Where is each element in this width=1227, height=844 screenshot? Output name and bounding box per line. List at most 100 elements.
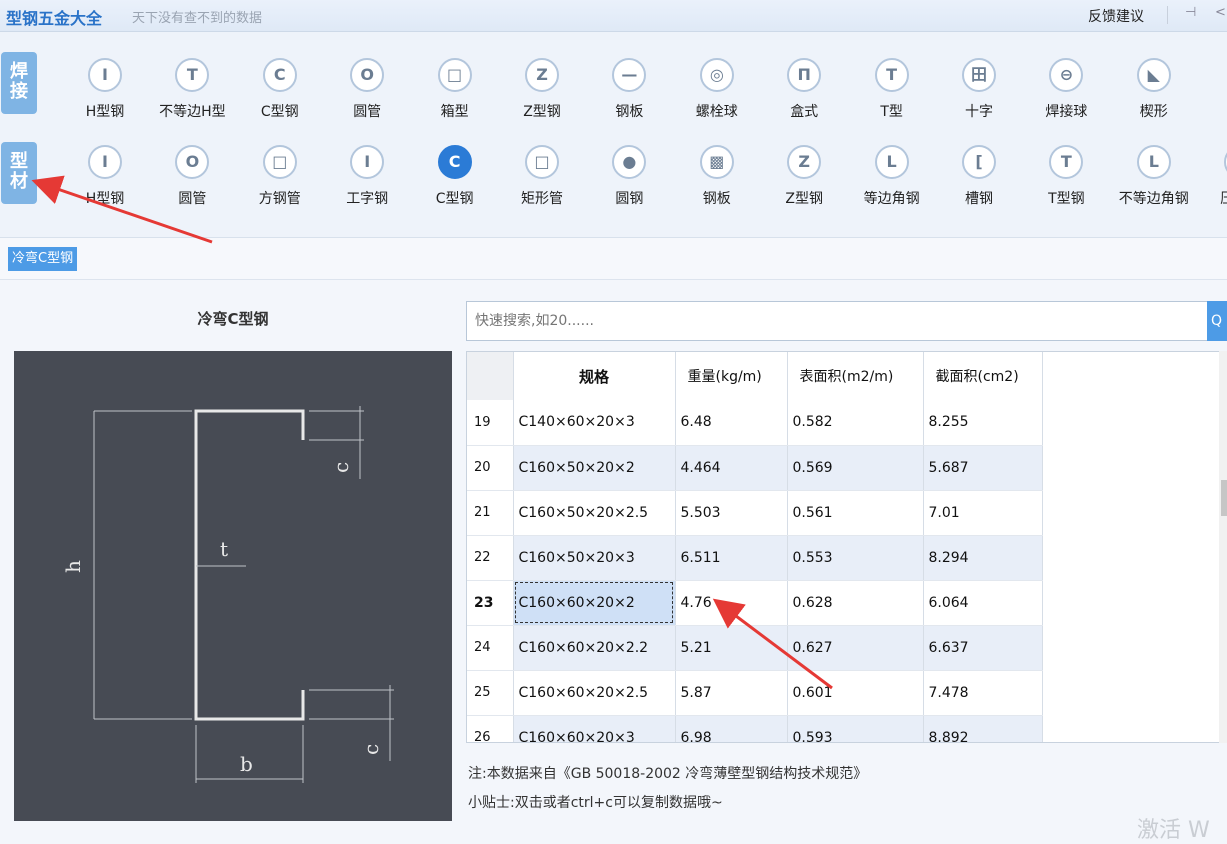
cell-section[interactable]: 8.892 — [923, 715, 1043, 742]
tool-profile_tools-0[interactable]: I H型钢 — [61, 145, 149, 211]
col-header-surface[interactable]: 表面积(m2/m) — [787, 352, 924, 400]
table-scrollbar-thumb[interactable] — [1221, 480, 1227, 516]
tool-weld_tools-2[interactable]: C C型钢 — [236, 58, 324, 124]
cell-spec[interactable]: C160×60×20×2.5 — [513, 670, 676, 716]
cell-spec[interactable]: C160×50×20×2 — [513, 445, 676, 491]
cell-surface[interactable]: 0.627 — [787, 625, 924, 671]
tool-profile_tools-5[interactable]: □ 矩形管 — [498, 145, 586, 211]
tool-weld_tools-4[interactable]: □ 箱型 — [411, 58, 499, 124]
tool-profile_tools-12[interactable]: L 不等边角钢 — [1110, 145, 1198, 211]
tool-weld_tools-9[interactable]: T T型 — [848, 58, 936, 124]
cell-section[interactable]: 8.255 — [923, 400, 1043, 446]
tool-weld_tools-1[interactable]: T 不等边H型 — [148, 58, 236, 124]
pin-icon[interactable]: ⊣ — [1185, 5, 1196, 20]
tool-weld_tools-5[interactable]: Z Z型钢 — [498, 58, 586, 124]
cell-weight[interactable]: 6.511 — [675, 535, 788, 581]
category-weld-label: 焊 接 — [10, 61, 28, 102]
cell-spec[interactable]: C160×50×20×2.5 — [513, 490, 676, 536]
tool-profile_tools-11[interactable]: T T型钢 — [1022, 145, 1110, 211]
tool-profile_tools-3[interactable]: I 工字钢 — [323, 145, 411, 211]
tool-profile_tools-10[interactable]: [槽钢 — [935, 145, 1023, 211]
cell-spec[interactable]: C160×60×20×2 — [513, 580, 676, 626]
shape-icon: □ — [437, 58, 472, 92]
col-header-weight[interactable]: 重量(kg/m) — [675, 352, 788, 400]
shape-icon: I — [350, 145, 385, 179]
tool-profile_tools-2[interactable]: □ 方钢管 — [236, 145, 324, 211]
tool-label: 不等边H型 — [159, 104, 226, 120]
cell-surface[interactable]: 0.593 — [787, 715, 924, 742]
cell-surface[interactable]: 0.582 — [787, 400, 924, 446]
table-row[interactable]: 26 C160×60×20×3 6.98 0.593 8.892 — [467, 715, 1043, 742]
row-index: 26 — [467, 715, 514, 742]
cell-surface[interactable]: 0.569 — [787, 445, 924, 491]
cell-spec[interactable]: C160×60×20×2.2 — [513, 625, 676, 671]
table-row[interactable]: 22 C160×50×20×3 6.511 0.553 8.294 — [467, 535, 1043, 581]
tool-label: 圆钢 — [615, 191, 644, 207]
shape-icon: L — [874, 145, 909, 179]
tool-weld_tools-8[interactable]: Π 盒式 — [760, 58, 848, 124]
tool-weld_tools-12[interactable]: ◣ 楔形 — [1110, 58, 1198, 124]
tool-label: 不等边角钢 — [1118, 191, 1189, 207]
tool-label: 圆管 — [353, 104, 382, 120]
tool-profile_tools-7[interactable]: ▩ 钢板 — [673, 145, 761, 211]
tool-weld_tools-7[interactable]: ◎ 螺栓球 — [673, 58, 761, 124]
search-button[interactable]: Q — [1207, 301, 1227, 341]
diagram-title: 冷弯C型钢 — [197, 310, 269, 328]
table-row[interactable]: 19 C140×60×20×3 6.48 0.582 8.255 — [467, 400, 1043, 446]
cell-surface[interactable]: 0.553 — [787, 535, 924, 581]
cell-section[interactable]: 7.01 — [923, 490, 1043, 536]
tool-weld_tools-3[interactable]: O 圆管 — [323, 58, 411, 124]
cell-section[interactable]: 7.478 — [923, 670, 1043, 716]
tool-profile_tools-4[interactable]: C C型钢 — [411, 145, 499, 211]
shape-icon: Z — [787, 145, 822, 179]
cell-section[interactable]: 8.294 — [923, 535, 1043, 581]
tool-profile_tools-13[interactable]: ≋压型钢 — [1197, 145, 1227, 211]
tool-weld_tools-10[interactable]: 田十字 — [935, 58, 1023, 124]
cell-spec[interactable]: C160×60×20×3 — [513, 715, 676, 742]
cell-section[interactable]: 5.687 — [923, 445, 1043, 491]
table-row[interactable]: 25 C160×60×20×2.5 5.87 0.601 7.478 — [467, 670, 1043, 716]
tool-weld_tools-11[interactable]: ⊖ 焊接球 — [1022, 58, 1110, 124]
feedback-button[interactable]: 反馈建议 — [1088, 6, 1144, 26]
c-section-drawing: h t b c c — [61, 406, 394, 783]
cell-section[interactable]: 6.064 — [923, 580, 1043, 626]
cell-surface[interactable]: 0.628 — [787, 580, 924, 626]
tab-cold-formed-c[interactable]: 冷弯C型钢 — [8, 247, 78, 271]
cell-weight[interactable]: 4.464 — [675, 445, 788, 491]
collapse-icon[interactable]: < — [1215, 5, 1226, 20]
cell-spec[interactable]: C160×50×20×3 — [513, 535, 676, 581]
cell-weight[interactable]: 5.21 — [675, 625, 788, 671]
search-input[interactable] — [466, 301, 1208, 341]
col-header-spec[interactable]: 规格 — [513, 352, 676, 400]
col-header-section[interactable]: 截面积(cm2) — [923, 352, 1043, 400]
tool-label: 等边角钢 — [863, 191, 920, 207]
cell-weight[interactable]: 5.503 — [675, 490, 788, 536]
cell-surface[interactable]: 0.601 — [787, 670, 924, 716]
table-row[interactable]: 20 C160×50×20×2 4.464 0.569 5.687 — [467, 445, 1043, 491]
app-slogan: 天下没有查不到的数据 — [132, 11, 263, 26]
cell-surface[interactable]: 0.561 — [787, 490, 924, 536]
table-row[interactable]: 21 C160×50×20×2.5 5.503 0.561 7.01 — [467, 490, 1043, 536]
tool-profile_tools-8[interactable]: Z Z型钢 — [760, 145, 848, 211]
table-row[interactable]: 24 C160×60×20×2.2 5.21 0.627 6.637 — [467, 625, 1043, 671]
cell-section[interactable]: 6.637 — [923, 625, 1043, 671]
cell-weight[interactable]: 6.98 — [675, 715, 788, 742]
tool-profile_tools-6[interactable]: ● 圆钢 — [585, 145, 673, 211]
tool-weld_tools-0[interactable]: I H型钢 — [61, 58, 149, 124]
shape-icon: T — [175, 58, 210, 92]
category-weld[interactable]: 焊 接 — [1, 52, 37, 114]
category-profile[interactable]: 型 材 — [1, 142, 37, 204]
tool-profile_tools-1[interactable]: O 圆管 — [148, 145, 236, 211]
table-scrollbar[interactable] — [1219, 351, 1227, 743]
cell-spec[interactable]: C140×60×20×3 — [513, 400, 676, 446]
tool-label: 螺栓球 — [695, 104, 738, 120]
category-profile-label: 型 材 — [10, 151, 28, 192]
search-icon: Q — [1211, 313, 1223, 329]
cell-weight[interactable]: 4.76 — [675, 580, 788, 626]
shape-icon: □ — [525, 145, 559, 179]
cell-weight[interactable]: 6.48 — [675, 400, 788, 446]
tool-weld_tools-6[interactable]: — 钢板 — [585, 58, 673, 124]
cell-weight[interactable]: 5.87 — [675, 670, 788, 716]
tool-profile_tools-9[interactable]: L 等边角钢 — [848, 145, 936, 211]
table-row[interactable]: 23 C160×60×20×2 4.76 0.628 6.064 — [467, 580, 1043, 626]
